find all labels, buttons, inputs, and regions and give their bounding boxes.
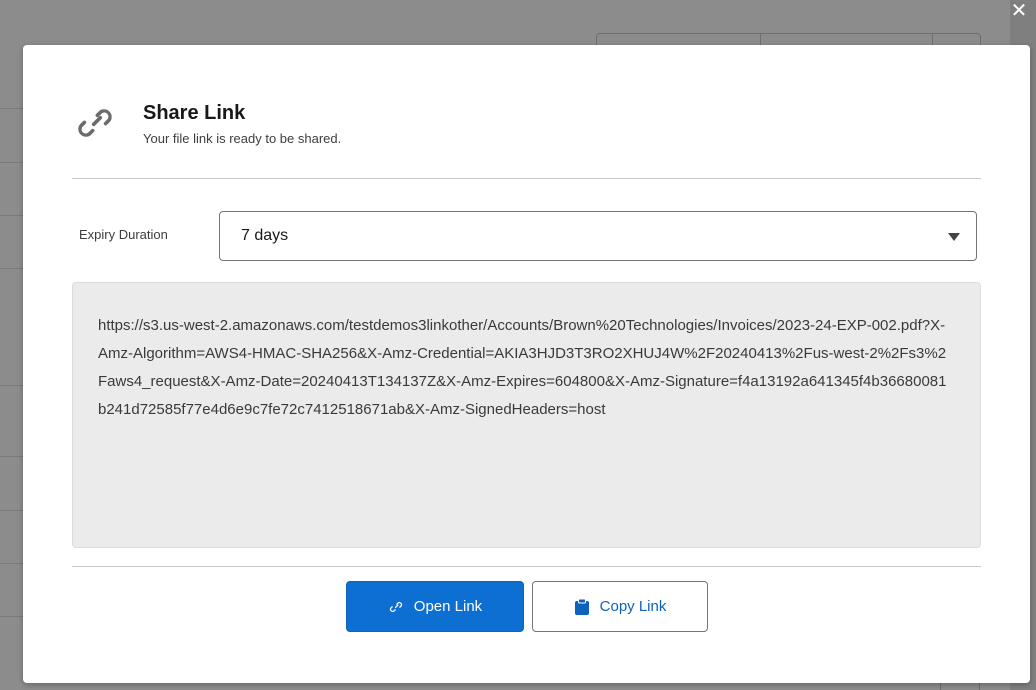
modal-header: Share Link Your file link is ready to be… [73,97,341,146]
copy-link-button[interactable]: Copy Link [532,581,708,632]
modal-subtitle: Your file link is ready to be shared. [143,131,342,146]
close-icon[interactable]: ✕ [1008,0,1030,22]
link-icon [78,109,112,137]
open-link-button[interactable]: Open Link [346,581,524,632]
modal-title: Share Link [143,102,246,124]
open-link-label: Open Link [413,598,483,615]
expiry-duration-select[interactable]: 7 days [219,211,977,261]
expiry-duration-label: Expiry Duration [79,227,168,242]
link-icon [389,601,402,612]
copy-link-label: Copy Link [599,598,667,615]
footer-divider [72,566,981,567]
share-link-modal: Share Link Your file link is ready to be… [23,45,1030,683]
header-text: Share Link Your file link is ready to be… [143,97,341,146]
share-url-text[interactable]: https://s3.us-west-2.amazonaws.com/testd… [72,282,981,548]
chevron-down-icon [948,233,960,241]
expiry-duration-value: 7 days [241,227,289,244]
clipboard-icon [574,598,589,615]
header-divider [72,178,981,179]
